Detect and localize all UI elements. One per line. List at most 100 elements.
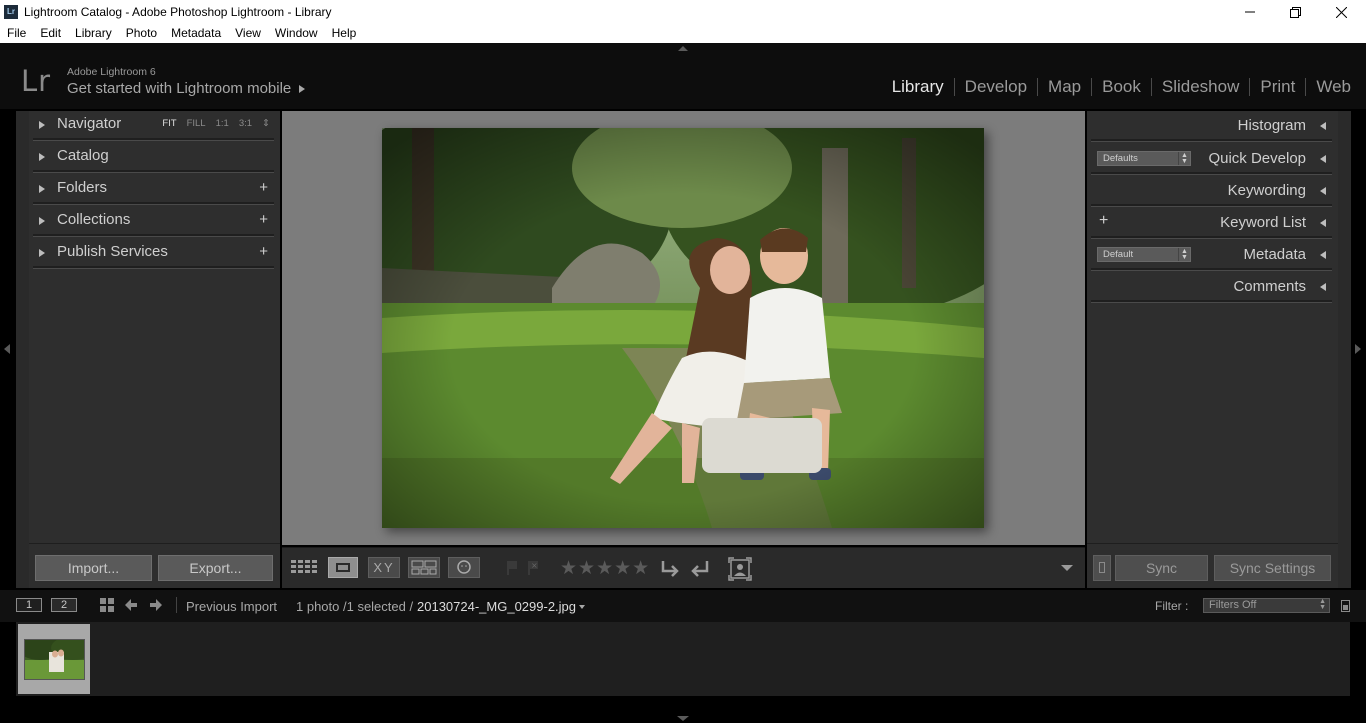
menu-library[interactable]: Library: [68, 24, 119, 43]
menu-window[interactable]: Window: [268, 24, 325, 43]
module-book[interactable]: Book: [1092, 77, 1151, 97]
add-folder-icon[interactable]: +: [259, 179, 268, 196]
stepper-icon: ▲ ▼: [1319, 598, 1326, 611]
grid-icon[interactable]: [100, 598, 115, 613]
sync-bar: Sync Sync Settings: [1087, 543, 1338, 588]
crop-overlay-icon[interactable]: [728, 557, 752, 581]
filmstrip-thumbnail-cell[interactable]: [18, 624, 90, 694]
filmstrip-thumbnail: [24, 639, 85, 680]
mobile-prompt-link[interactable]: Get started with Lightroom mobile: [67, 80, 306, 97]
module-develop[interactable]: Develop: [955, 77, 1037, 97]
source-label[interactable]: Previous Import: [186, 599, 277, 614]
metadata-header[interactable]: Default ▲ ▼ Metadata: [1091, 240, 1332, 270]
filename-dropdown-icon[interactable]: [579, 605, 585, 609]
menu-photo[interactable]: Photo: [119, 24, 164, 43]
window-title-bar: Lr Lightroom Catalog - Adobe Photoshop L…: [0, 0, 1366, 24]
star-rating[interactable]: ★★★★★: [560, 557, 650, 580]
filter-select[interactable]: Filters Off ▲ ▼: [1203, 598, 1330, 613]
collapse-triangle-icon: [1320, 219, 1326, 227]
module-print[interactable]: Print: [1250, 77, 1305, 97]
collections-label: Collections: [57, 211, 131, 228]
module-library[interactable]: Library: [882, 77, 954, 97]
window-title: Lightroom Catalog - Adobe Photoshop Ligh…: [24, 5, 332, 19]
restore-button[interactable]: [1272, 0, 1318, 24]
menu-file[interactable]: File: [0, 24, 33, 43]
menu-edit[interactable]: Edit: [33, 24, 68, 43]
collapse-triangle-icon: [1320, 155, 1326, 163]
quick-develop-preset-select[interactable]: Defaults ▲ ▼: [1097, 151, 1191, 166]
add-collection-icon[interactable]: +: [259, 211, 268, 228]
folders-header[interactable]: Folders +: [33, 174, 274, 204]
flag-buttons[interactable]: ×: [505, 559, 545, 577]
zoom-fill[interactable]: FILL: [187, 118, 206, 129]
quick-develop-header[interactable]: Defaults ▲ ▼ Quick Develop: [1091, 144, 1332, 174]
add-keyword-icon[interactable]: +: [1099, 212, 1108, 230]
collections-header[interactable]: Collections +: [33, 206, 274, 236]
metadata-preset-value: Default: [1103, 249, 1134, 260]
auto-sync-toggle[interactable]: [1093, 555, 1111, 581]
menu-metadata[interactable]: Metadata: [164, 24, 228, 43]
module-web[interactable]: Web: [1306, 77, 1361, 97]
metadata-preset-select[interactable]: Default ▲ ▼: [1097, 247, 1191, 262]
zoom-1-1[interactable]: 1:1: [216, 118, 229, 129]
histogram-header[interactable]: Histogram: [1091, 111, 1332, 141]
left-panel: Navigator FIT FILL 1:1 3:1 ⇕ Catalog Fol…: [16, 111, 280, 588]
module-map[interactable]: Map: [1038, 77, 1091, 97]
catalog-label: Catalog: [57, 147, 109, 164]
menu-view[interactable]: View: [228, 24, 268, 43]
play-arrow-icon: [299, 85, 306, 94]
loupe-view-button[interactable]: [328, 557, 358, 578]
catalog-header[interactable]: Catalog: [33, 142, 274, 172]
left-panel-toggle-icon[interactable]: [4, 344, 10, 354]
add-publish-service-icon[interactable]: +: [259, 243, 268, 260]
navigator-header[interactable]: Navigator FIT FILL 1:1 3:1 ⇕: [33, 110, 274, 140]
module-slideshow[interactable]: Slideshow: [1152, 77, 1250, 97]
collapse-triangle-icon: [1320, 251, 1326, 259]
back-arrow-icon[interactable]: [124, 598, 138, 612]
filmstrip-header: 1 2 Previous Import 1 photo /1 selected …: [0, 590, 1366, 622]
expand-triangle-icon: [39, 185, 45, 193]
import-button[interactable]: Import...: [35, 555, 152, 581]
zoom-fit[interactable]: FIT: [162, 118, 176, 129]
zoom-3-1[interactable]: 3:1: [239, 118, 252, 129]
collapse-triangle-icon: [1320, 187, 1326, 195]
toolbar-options-dropdown-icon[interactable]: [1061, 565, 1073, 571]
menu-help[interactable]: Help: [325, 24, 364, 43]
library-toolbar: XY × ★★★★★: [282, 547, 1085, 588]
close-icon: [1335, 6, 1347, 18]
people-view-icon[interactable]: [448, 557, 480, 578]
secondary-screen-button[interactable]: 2: [51, 598, 77, 612]
grid-view-icon[interactable]: [290, 558, 320, 578]
keywording-header[interactable]: Keywording: [1091, 176, 1332, 206]
restore-icon: [1289, 6, 1301, 18]
primary-screen-button[interactable]: 1: [16, 598, 42, 612]
keyword-list-header[interactable]: + Keyword List: [1091, 208, 1332, 238]
comments-header[interactable]: Comments: [1091, 272, 1332, 302]
comments-label: Comments: [1233, 278, 1306, 295]
main-photo[interactable]: [382, 128, 984, 528]
selected-filename[interactable]: 20130724-_MG_0299-2.jpg: [417, 599, 576, 614]
zoom-stepper-icon[interactable]: ⇕: [262, 118, 270, 129]
stepper-icon: ▲ ▼: [1178, 248, 1190, 261]
filter-value: Filters Off: [1209, 599, 1257, 611]
loupe-view-icon: [336, 563, 350, 572]
identity-plate-panel: [0, 43, 1366, 109]
quick-develop-label: Quick Develop: [1208, 150, 1306, 167]
filter-lock-icon[interactable]: [1341, 600, 1350, 612]
survey-view-icon[interactable]: [408, 557, 440, 578]
rotate-buttons[interactable]: [660, 558, 710, 580]
forward-arrow-icon[interactable]: [149, 598, 163, 612]
expand-triangle-icon: [39, 249, 45, 257]
right-panel-toggle-icon[interactable]: [1355, 344, 1361, 354]
minimize-button[interactable]: [1227, 0, 1273, 24]
sync-button[interactable]: Sync: [1115, 555, 1208, 581]
compare-view-icon[interactable]: XY: [368, 557, 400, 578]
bottom-panel-toggle-icon[interactable]: [677, 716, 689, 721]
folders-label: Folders: [57, 179, 108, 196]
publish-services-header[interactable]: Publish Services +: [33, 238, 274, 268]
export-button[interactable]: Export...: [158, 555, 273, 581]
close-button[interactable]: [1318, 0, 1364, 24]
sync-settings-button[interactable]: Sync Settings: [1214, 555, 1331, 581]
top-panel-toggle-icon[interactable]: [678, 46, 688, 51]
photo-image: [382, 128, 984, 528]
